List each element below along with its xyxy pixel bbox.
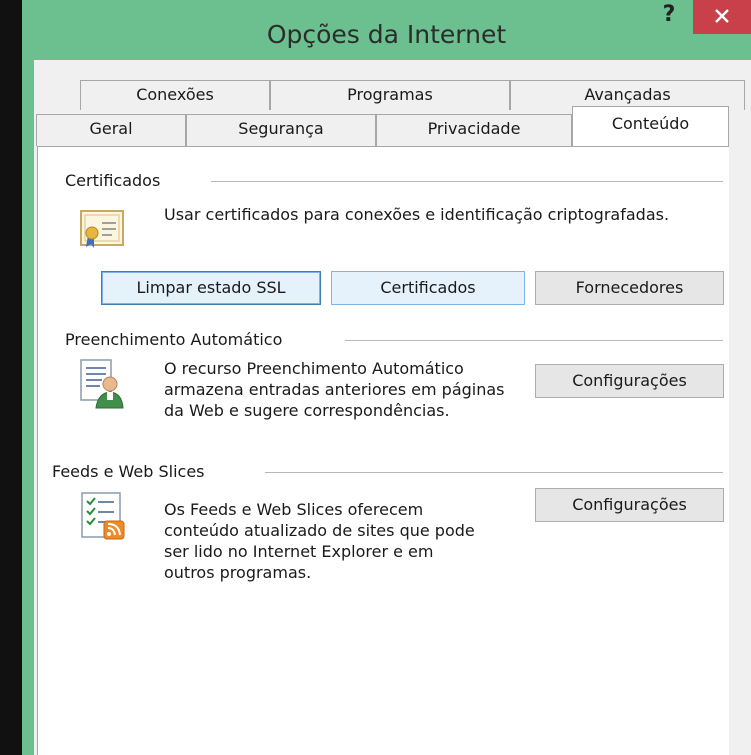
autocomplete-description: O recurso Preenchimento Automático armaz… bbox=[164, 358, 505, 421]
description-line: Os Feeds e Web Slices oferecem bbox=[164, 500, 424, 519]
tab-geral[interactable]: Geral bbox=[36, 114, 186, 146]
feeds-description: Os Feeds e Web Slices oferecem conteúdo … bbox=[164, 499, 475, 583]
tab-seguranca[interactable]: Segurança bbox=[186, 114, 376, 146]
description-line: conteúdo atualizado de sites que pode bbox=[164, 521, 475, 540]
description-line: O recurso Preenchimento Automático bbox=[164, 359, 464, 378]
publishers-button[interactable]: Fornecedores bbox=[535, 271, 724, 305]
tab-label: Avançadas bbox=[584, 85, 671, 104]
tab-conexoes[interactable]: Conexões bbox=[80, 80, 270, 110]
feeds-settings-button[interactable]: Configurações bbox=[535, 488, 724, 522]
tab-label: Segurança bbox=[238, 119, 324, 138]
tab-label: Conexões bbox=[136, 85, 214, 104]
close-icon bbox=[715, 9, 729, 23]
autocomplete-group-label: Preenchimento Automático bbox=[65, 330, 283, 349]
group-divider bbox=[211, 181, 723, 182]
description-line: armazena entradas anteriores em páginas bbox=[164, 380, 505, 399]
tab-label: Conteúdo bbox=[611, 114, 690, 133]
tab-label: Geral bbox=[89, 119, 133, 138]
group-divider bbox=[265, 472, 723, 473]
clear-ssl-state-button[interactable]: Limpar estado SSL bbox=[101, 271, 321, 305]
description-line: ser lido no Internet Explorer e em bbox=[164, 542, 434, 561]
group-divider bbox=[345, 340, 723, 341]
help-button[interactable]: ? bbox=[655, 0, 683, 38]
content-tab-panel: Certificados Usar certificados para cone… bbox=[37, 146, 729, 755]
tab-conteudo[interactable]: Conteúdo bbox=[572, 106, 729, 146]
certificate-icon bbox=[80, 210, 124, 248]
tab-label: Privacidade bbox=[427, 119, 521, 138]
autocomplete-settings-button[interactable]: Configurações bbox=[535, 364, 724, 398]
certificates-button[interactable]: Certificados bbox=[331, 271, 525, 305]
window-title: Opções da Internet bbox=[266, 20, 507, 49]
feeds-group-label: Feeds e Web Slices bbox=[52, 462, 205, 481]
tab-strip: Conexões Programas Avançadas Geral Segur… bbox=[30, 80, 745, 146]
certificates-description: Usar certificados para conexões e identi… bbox=[164, 205, 670, 224]
autocomplete-icon bbox=[80, 359, 124, 409]
tab-label: Programas bbox=[347, 85, 433, 104]
feed-icon bbox=[81, 492, 125, 540]
tab-programas[interactable]: Programas bbox=[270, 80, 510, 110]
tab-privacidade[interactable]: Privacidade bbox=[376, 114, 572, 146]
close-button[interactable] bbox=[693, 0, 751, 34]
description-line: outros programas. bbox=[164, 563, 312, 582]
description-line: da Web e sugere correspondências. bbox=[164, 401, 450, 420]
certificates-group-label: Certificados bbox=[65, 171, 161, 190]
background-window-edge bbox=[0, 0, 22, 755]
